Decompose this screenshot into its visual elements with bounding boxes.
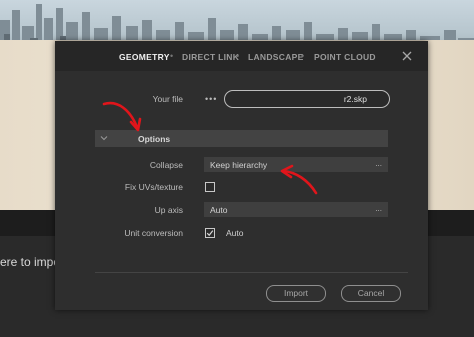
background-partial-text: ere to impo bbox=[0, 255, 61, 269]
more-options-icon: ... bbox=[375, 204, 382, 213]
divider bbox=[95, 272, 408, 273]
tab-bar: GEOMETRY • DIRECT LINK • LANDSCAPE • POI… bbox=[55, 41, 428, 71]
cancel-button[interactable]: Cancel bbox=[341, 285, 401, 302]
up-axis-value: Auto bbox=[210, 205, 228, 215]
checkmark-icon bbox=[206, 230, 214, 237]
options-section-header[interactable]: Options bbox=[95, 130, 388, 147]
import-dialog: GEOMETRY • DIRECT LINK • LANDSCAPE • POI… bbox=[55, 41, 428, 310]
file-input[interactable]: r2.skp bbox=[224, 90, 390, 108]
tab-point-cloud[interactable]: POINT CLOUD bbox=[314, 52, 376, 62]
tab-geometry[interactable]: GEOMETRY bbox=[119, 52, 170, 62]
fix-uvs-label: Fix UVs/texture bbox=[124, 182, 183, 192]
tab-separator: • bbox=[236, 51, 240, 61]
your-file-label: Your file bbox=[152, 94, 183, 104]
options-title: Options bbox=[138, 134, 171, 144]
file-browse-button[interactable]: ••• bbox=[205, 94, 217, 104]
file-value: r2.skp bbox=[343, 94, 367, 104]
close-icon[interactable] bbox=[401, 50, 413, 62]
fix-uvs-checkbox[interactable] bbox=[205, 182, 215, 192]
more-options-icon: ... bbox=[375, 159, 382, 168]
tab-separator: • bbox=[301, 51, 305, 61]
unit-conversion-value: Auto bbox=[226, 228, 244, 238]
chevron-down-icon bbox=[100, 136, 108, 141]
unit-conversion-label: Unit conversion bbox=[124, 228, 183, 238]
unit-conversion-checkbox[interactable] bbox=[205, 228, 215, 238]
tab-direct-link[interactable]: DIRECT LINK bbox=[182, 52, 239, 62]
up-axis-label: Up axis bbox=[154, 205, 183, 215]
collapse-value: Keep hierarchy bbox=[210, 160, 268, 170]
up-axis-select[interactable]: Auto ... bbox=[204, 202, 388, 217]
collapse-label: Collapse bbox=[149, 160, 183, 170]
tab-landscape[interactable]: LANDSCAPE bbox=[248, 52, 304, 62]
tab-separator: • bbox=[170, 51, 174, 61]
import-button[interactable]: Import bbox=[266, 285, 326, 302]
collapse-select[interactable]: Keep hierarchy ... bbox=[204, 157, 388, 172]
